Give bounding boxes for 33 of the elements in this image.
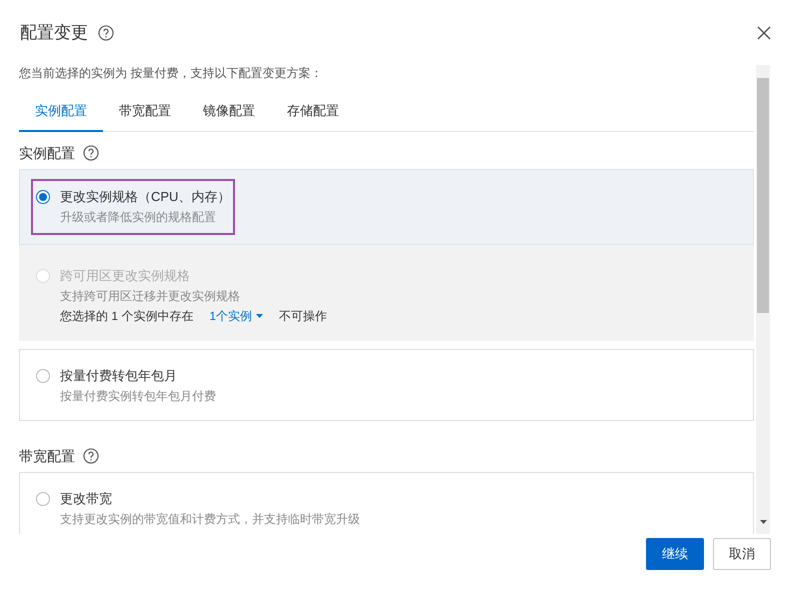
option-card[interactable]: 更改实例规格（CPU、内存） 升级或者降低实例的规格配置 <box>19 169 754 245</box>
option-description: 支持更改实例的带宽值和计费方式，并支持临时带宽升级 <box>59 511 361 528</box>
continue-button[interactable]: 继续 <box>646 538 704 570</box>
radio-button[interactable] <box>36 369 50 383</box>
radio-button[interactable] <box>36 492 50 506</box>
help-icon[interactable] <box>83 448 99 464</box>
close-icon[interactable] <box>757 26 771 40</box>
tab[interactable]: 镜像配置 <box>187 92 271 132</box>
section-heading: 带宽配置 <box>19 446 75 466</box>
option-label: 按量付费转包年包月 <box>60 367 177 386</box>
tab[interactable]: 实例配置 <box>19 92 103 132</box>
option-card[interactable]: 更改带宽 支持更改实例的带宽值和计费方式，并支持临时带宽升级 <box>19 472 754 534</box>
scrollbar[interactable] <box>756 65 770 534</box>
help-icon[interactable] <box>98 25 114 41</box>
option-label: 跨可用区更改实例规格 <box>60 267 190 286</box>
note-text: 您选择的 1 个实例中存在 <box>60 308 194 325</box>
tab[interactable]: 带宽配置 <box>103 92 187 132</box>
intro-text: 您当前选择的实例为 按量付费，支持以下配置变更方案： <box>19 65 324 82</box>
option-card[interactable]: 按量付费转包年包月 按量付费实例转包年包月付费 <box>19 349 754 421</box>
option-description: 按量付费实例转包年包月付费 <box>59 388 217 405</box>
option-description: 支持跨可用区迁移并更改实例规格 <box>59 288 241 305</box>
scroll-down-arrow-icon[interactable] <box>760 520 766 524</box>
section-heading: 实例配置 <box>19 144 75 162</box>
option-description: 升级或者降低实例的规格配置 <box>59 209 217 226</box>
caret-icon <box>256 314 264 318</box>
radio-button[interactable] <box>36 190 50 204</box>
option-label: 更改实例规格（CPU、内存） <box>60 188 230 206</box>
cancel-button[interactable]: 取消 <box>713 538 771 570</box>
option-label: 更改带宽 <box>60 490 112 508</box>
dialog-title: 配置变更 <box>20 22 88 44</box>
help-icon[interactable] <box>83 145 99 161</box>
tab[interactable]: 存储配置 <box>271 92 355 132</box>
note-text: 不可操作 <box>279 308 328 325</box>
